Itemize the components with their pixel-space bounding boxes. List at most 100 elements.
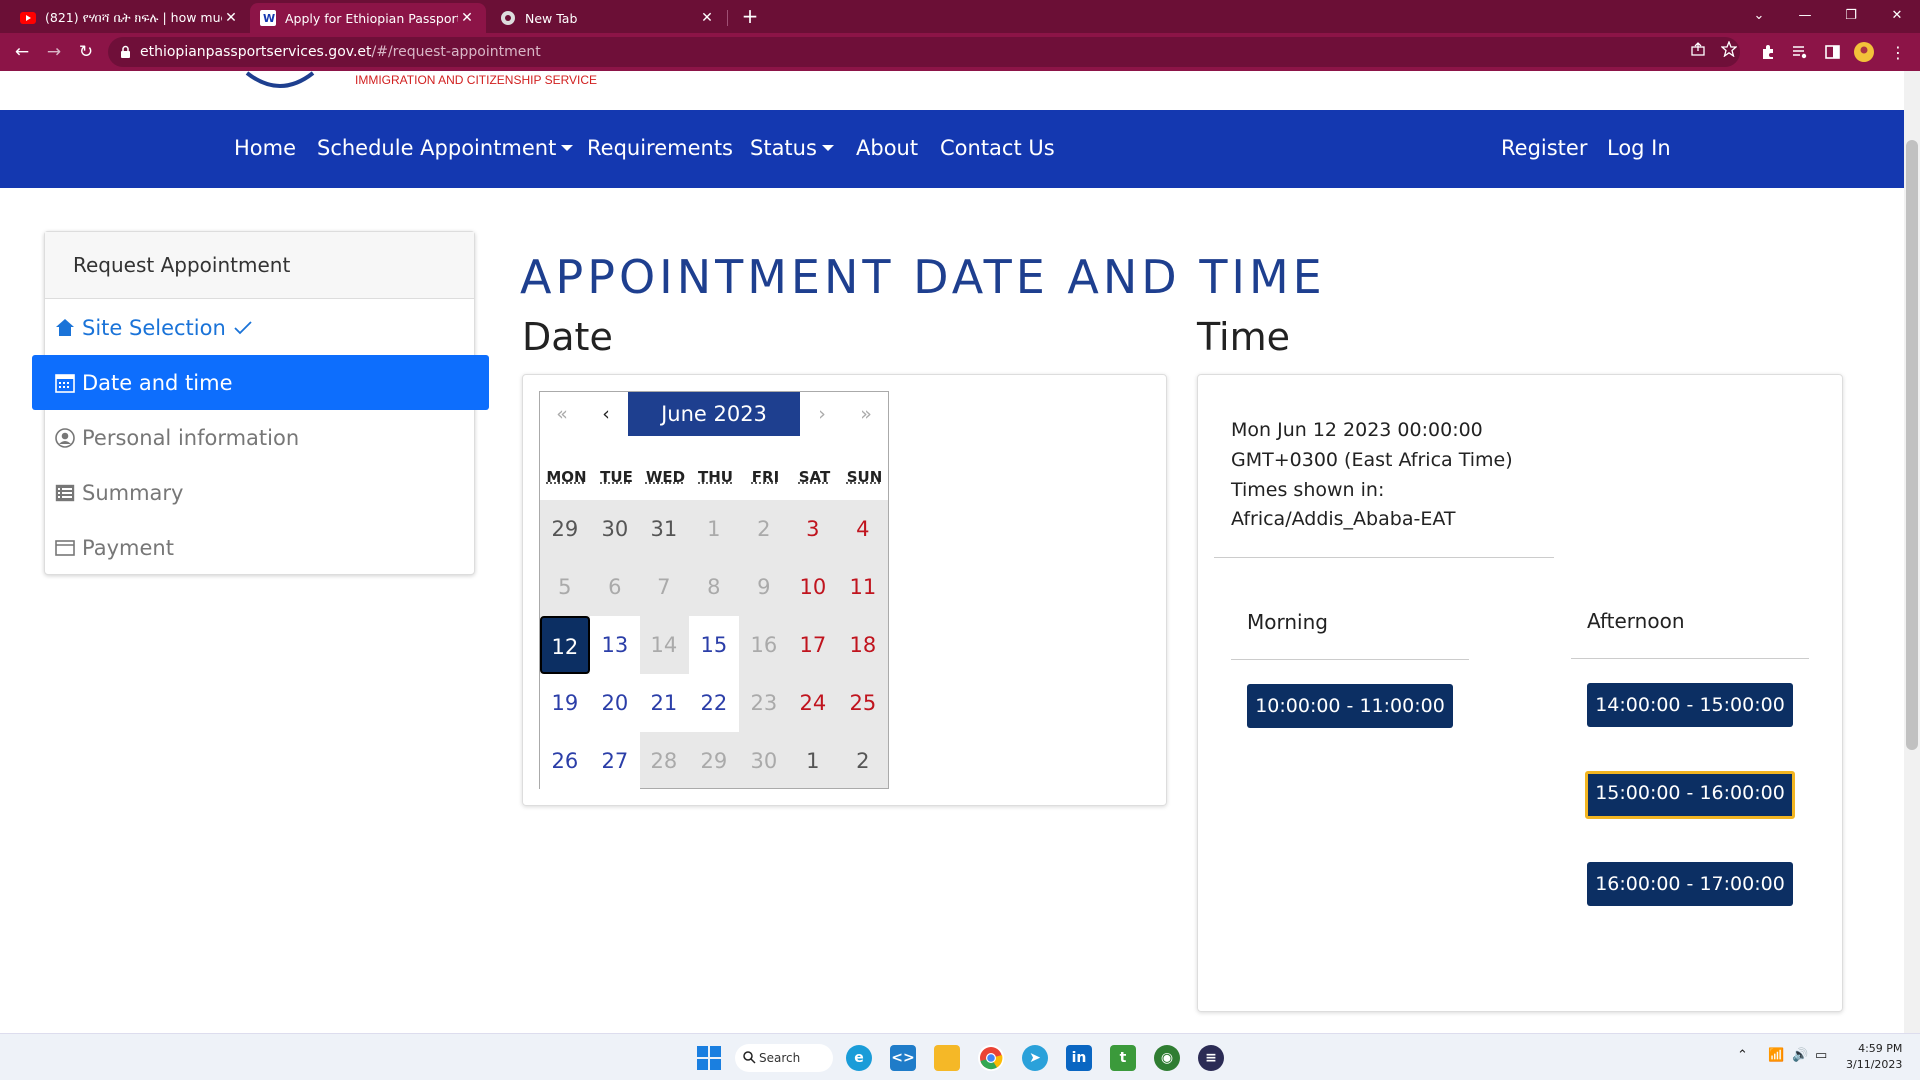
volume-icon[interactable]: 🔊 <box>1792 1048 1808 1063</box>
profile-avatar[interactable] <box>1852 40 1876 64</box>
timezone-zone: Africa/Addis_Ababa-EAT <box>1231 508 1456 530</box>
tab-new[interactable]: New Tab ✕ <box>490 3 726 33</box>
calendar-day[interactable]: 16 <box>739 616 789 674</box>
edge-icon[interactable]: e <box>846 1045 872 1071</box>
calendar-day[interactable]: 11 <box>838 558 888 616</box>
time-slot-button[interactable]: 14:00:00 - 15:00:00 <box>1587 683 1793 727</box>
time-slot-button[interactable]: 16:00:00 - 17:00:00 <box>1587 862 1793 906</box>
share-icon[interactable] <box>1686 37 1710 61</box>
search-label: Search <box>759 1051 801 1065</box>
calendar-day[interactable]: 1 <box>689 500 739 558</box>
menu-kebab-icon[interactable]: ⋮ <box>1886 40 1910 64</box>
calendar-day[interactable]: 25 <box>838 674 888 732</box>
tab-search-icon[interactable]: ⌄ <box>1736 0 1782 30</box>
new-tab-button[interactable]: + <box>738 4 762 28</box>
calendar-day[interactable]: 2 <box>838 732 888 790</box>
calendar-day[interactable]: 15 <box>689 616 739 674</box>
minimize-icon[interactable]: — <box>1782 0 1828 30</box>
calendar-day[interactable]: 23 <box>739 674 789 732</box>
calendar-day[interactable]: 18 <box>838 616 888 674</box>
app-icon[interactable]: ≡ <box>1198 1045 1224 1071</box>
close-window-icon[interactable]: ✕ <box>1874 0 1920 30</box>
url-field[interactable]: ethiopianpassportservices.gov.et/#/reque… <box>108 37 1740 67</box>
nav-login[interactable]: Log In <box>1607 136 1671 160</box>
back-icon[interactable]: ← <box>10 40 34 64</box>
nav-status[interactable]: Status <box>750 136 834 160</box>
extensions-icon[interactable] <box>1756 40 1780 64</box>
battery-icon[interactable]: ▭ <box>1815 1048 1827 1063</box>
calendar-day[interactable]: 2 <box>739 500 789 558</box>
sidebar-item-summary[interactable]: Summary <box>45 465 476 520</box>
nav-schedule-appointment[interactable]: Schedule Appointment <box>317 136 574 160</box>
calendar-day[interactable]: 14 <box>639 616 689 674</box>
windows-start-icon[interactable] <box>696 1045 722 1071</box>
prev-year-button[interactable]: « <box>540 392 584 436</box>
calendar-day[interactable]: 21 <box>639 674 689 732</box>
chrome-icon[interactable] <box>978 1045 1004 1071</box>
sidebar-item-personal-information[interactable]: Personal information <box>45 410 476 465</box>
divider <box>1214 557 1554 558</box>
vscode-icon[interactable]: <> <box>890 1045 916 1071</box>
nav-home[interactable]: Home <box>234 136 296 160</box>
close-icon[interactable]: ✕ <box>458 10 476 26</box>
calendar-day[interactable]: 30 <box>590 500 640 558</box>
tab-separator <box>727 10 728 26</box>
calendar-day[interactable]: 17 <box>788 616 838 674</box>
wifi-icon[interactable]: 📶 <box>1768 1048 1784 1063</box>
tumblr-icon[interactable]: t <box>1110 1045 1136 1071</box>
file-explorer-icon[interactable] <box>934 1045 960 1071</box>
taskbar-search[interactable]: Search <box>735 1044 833 1072</box>
globe-app-icon[interactable]: ◉ <box>1154 1045 1180 1071</box>
calendar-day[interactable]: 13 <box>590 616 640 674</box>
nav-register[interactable]: Register <box>1501 136 1587 160</box>
calendar-day[interactable]: 22 <box>689 674 739 732</box>
tab-youtube[interactable]: (821) የሃበሻ ቤት ክፍሉ | how much i ✕ <box>10 3 250 33</box>
calendar-day[interactable]: 4 <box>838 500 888 558</box>
calendar-day[interactable]: 29 <box>540 500 590 558</box>
prev-month-button[interactable]: ‹ <box>584 392 628 436</box>
calendar-day[interactable]: 9 <box>739 558 789 616</box>
scrollbar-thumb[interactable] <box>1906 140 1918 750</box>
next-year-button[interactable]: » <box>844 392 888 436</box>
nav-contact-us[interactable]: Contact Us <box>940 136 1055 160</box>
sidebar-item-payment[interactable]: Payment <box>45 520 476 575</box>
calendar-day[interactable]: 27 <box>590 732 640 790</box>
calendar-day[interactable]: 26 <box>540 732 590 790</box>
calendar-day[interactable]: 31 <box>639 500 689 558</box>
calendar-day[interactable]: 8 <box>689 558 739 616</box>
side-panel-icon[interactable] <box>1820 40 1844 64</box>
sidebar-item-date-and-time[interactable]: Date and time <box>32 355 489 410</box>
calendar-day[interactable]: 6 <box>590 558 640 616</box>
close-icon[interactable]: ✕ <box>222 10 240 26</box>
time-slot-button[interactable]: 10:00:00 - 11:00:00 <box>1247 684 1453 728</box>
reload-icon[interactable]: ↻ <box>74 40 98 64</box>
calendar-day[interactable]: 30 <box>739 732 789 790</box>
calendar-day[interactable]: 10 <box>788 558 838 616</box>
calendar-day[interactable]: 1 <box>788 732 838 790</box>
taskbar-clock[interactable]: 4:59 PM 3/11/2023 <box>1846 1041 1902 1073</box>
telegram-icon[interactable]: ➤ <box>1022 1045 1048 1071</box>
nav-requirements[interactable]: Requirements <box>587 136 733 160</box>
media-icon[interactable] <box>1788 40 1812 64</box>
linkedin-icon[interactable]: in <box>1066 1045 1092 1071</box>
calendar-day[interactable]: 3 <box>788 500 838 558</box>
calendar-day[interactable]: 29 <box>689 732 739 790</box>
calendar-month-title[interactable]: June 2023 <box>628 392 800 436</box>
calendar-day[interactable]: 20 <box>590 674 640 732</box>
tray-chevron-up-icon[interactable]: ⌃ <box>1737 1048 1748 1063</box>
calendar-day[interactable]: 28 <box>639 732 689 790</box>
calendar-day[interactable]: 24 <box>788 674 838 732</box>
forward-icon[interactable]: → <box>42 40 66 64</box>
calendar-day-selected[interactable]: 12 <box>540 616 590 674</box>
sidebar-item-site-selection[interactable]: Site Selection <box>45 300 476 355</box>
calendar-day[interactable]: 7 <box>639 558 689 616</box>
nav-about[interactable]: About <box>856 136 918 160</box>
tab-passport[interactable]: W Apply for Ethiopian Passport Onl ✕ <box>250 3 486 33</box>
calendar-day[interactable]: 5 <box>540 558 590 616</box>
restore-icon[interactable]: ❐ <box>1828 0 1874 30</box>
calendar-day[interactable]: 19 <box>540 674 590 732</box>
time-slot-button-focused[interactable]: 15:00:00 - 16:00:00 <box>1585 771 1795 819</box>
bookmark-star-icon[interactable] <box>1717 37 1741 61</box>
next-month-button[interactable]: › <box>800 392 844 436</box>
close-icon[interactable]: ✕ <box>698 10 716 26</box>
